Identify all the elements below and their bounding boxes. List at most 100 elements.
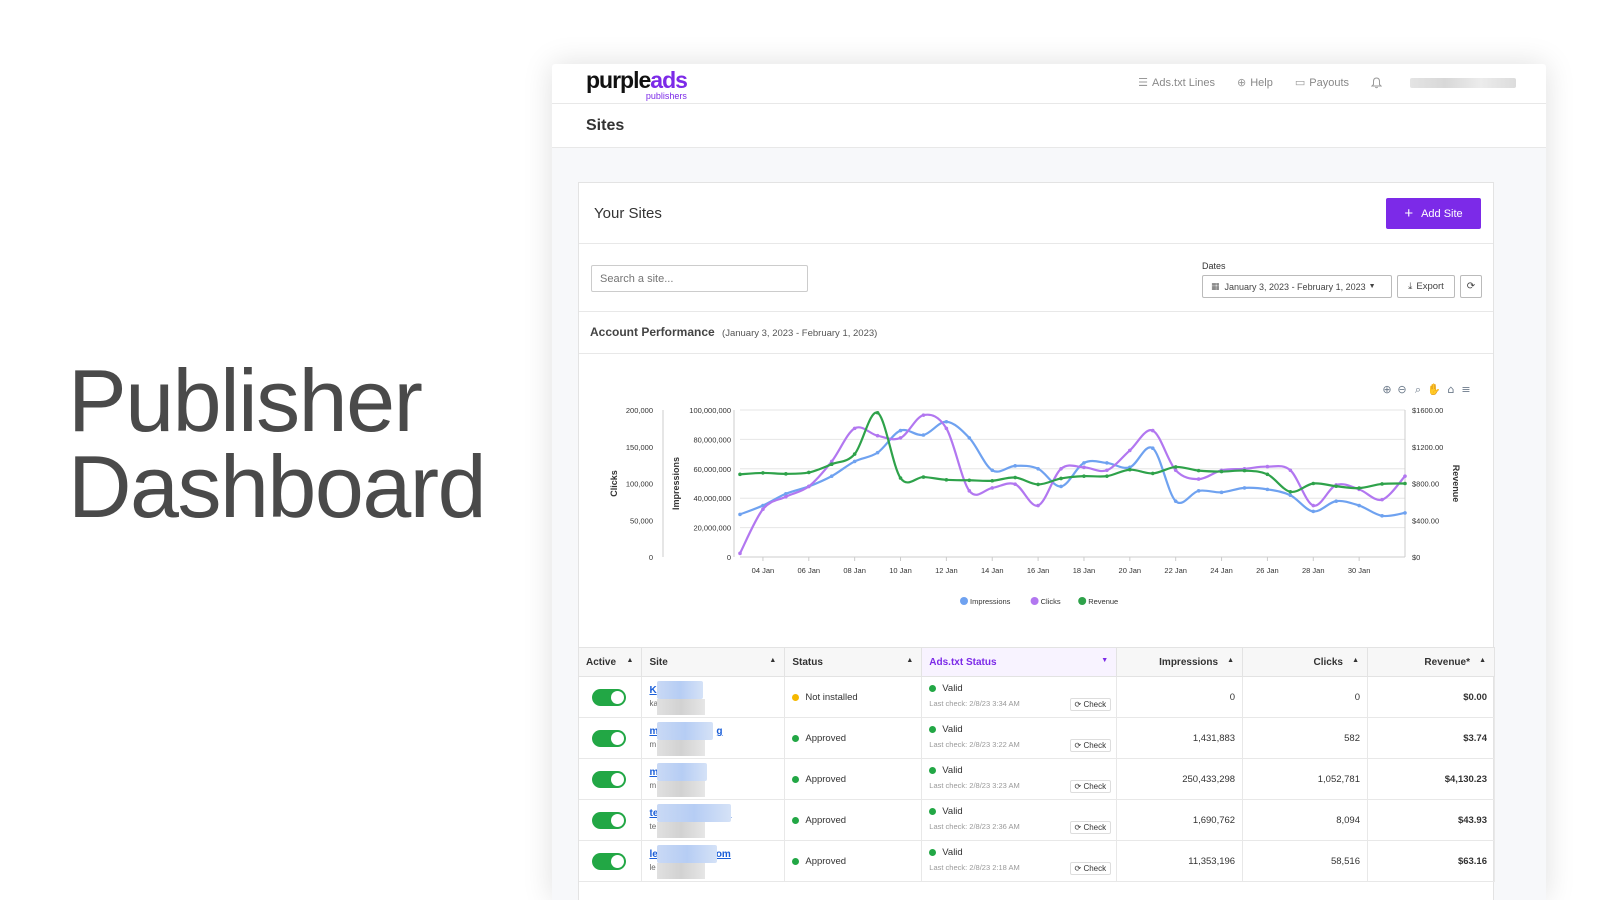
- check-button[interactable]: ⟳ Check: [1069, 698, 1112, 711]
- status-text: Not installed: [805, 691, 858, 703]
- data-point-impressions: [1242, 486, 1247, 490]
- active-toggle[interactable]: [592, 852, 626, 870]
- toggle-knob: [611, 690, 624, 704]
- x-tick-label: 14 Jan: [981, 566, 1004, 575]
- performance-chart: 0 50,000 100,000 150,000 200,000 0 20,000,000 4…: [579, 354, 1493, 647]
- toggle-knob: [611, 731, 624, 745]
- check-button[interactable]: ⟳ Check: [1069, 780, 1112, 793]
- calendar-icon: ▦: [1211, 281, 1220, 291]
- sort-asc-icon: ▲: [626, 657, 634, 664]
- nav-label: Ads.txt Lines: [1152, 76, 1215, 89]
- column-header-ads-txt-status[interactable]: Ads.txt Status ▼: [921, 647, 1118, 677]
- data-point-revenue: [806, 470, 811, 475]
- data-point-clicks: [1059, 467, 1063, 471]
- column-header-status[interactable]: Status ▲: [784, 647, 923, 677]
- export-button[interactable]: ⤓ Export: [1397, 275, 1455, 298]
- ads-txt-status: Valid: [942, 847, 963, 858]
- clicks-tick-label: 100,000: [626, 480, 653, 489]
- column-label: Ads.txt Status: [929, 656, 997, 668]
- chart-menu-icon[interactable]: ≡: [1461, 383, 1470, 396]
- toggle-knob: [611, 813, 624, 827]
- notifications-button[interactable]: [1371, 76, 1382, 89]
- clicks-cell: 8,094: [1242, 799, 1368, 841]
- date-range-picker[interactable]: ▦ January 3, 2023 - February 1, 2023 ▼: [1202, 275, 1392, 298]
- site-name-end: g: [716, 726, 723, 737]
- data-point-clicks: [944, 426, 949, 431]
- sort-asc-icon: ▲: [906, 657, 914, 664]
- data-point-clicks: [784, 494, 788, 499]
- zoom-select-icon[interactable]: ⌕: [1415, 383, 1421, 396]
- data-point-impressions: [1196, 489, 1201, 493]
- zoom-in-icon[interactable]: ⊕: [1382, 383, 1391, 396]
- data-point-impressions: [1334, 499, 1339, 503]
- data-point-impressions: [898, 428, 903, 433]
- data-point-impressions: [944, 419, 949, 424]
- performance-title: Account Performance: [590, 325, 715, 339]
- table-row: mg m Approved Valid Last check: 2/8/23 3…: [579, 717, 1495, 759]
- data-point-impressions: [1059, 484, 1063, 489]
- status-dot-icon: [792, 816, 800, 824]
- column-label: Clicks: [1313, 656, 1343, 668]
- table-header-row: Active ▲ Site ▲ Status ▲ Ads.txt Status ▼ Im…: [579, 647, 1495, 677]
- data-point-impressions: [1380, 514, 1384, 518]
- data-point-revenue: [852, 452, 857, 456]
- site-domain: m: [649, 740, 657, 749]
- top-nav: ☰ Ads.txt Lines ⊕ Help ▭ Payouts: [1116, 76, 1516, 89]
- user-menu-blurred[interactable]: [1410, 77, 1516, 88]
- nav-payouts[interactable]: ▭ Payouts: [1295, 76, 1349, 90]
- data-point-impressions: [852, 459, 857, 464]
- check-button[interactable]: ⟳ Check: [1069, 862, 1112, 875]
- column-header-clicks[interactable]: Clicks ▲: [1242, 647, 1368, 677]
- series-line-revenue: [739, 411, 1406, 493]
- data-point-impressions: [1082, 461, 1086, 465]
- site-cell: mg m: [641, 717, 786, 759]
- ads-txt-cell: Valid Last check: 2/8/23 3:22 AM ⟳ Check: [921, 717, 1118, 759]
- data-point-clicks: [1128, 448, 1132, 453]
- add-site-button[interactable]: + Add Site: [1386, 198, 1481, 229]
- redacted-site-domain: [657, 699, 706, 715]
- check-button[interactable]: ⟳ Check: [1069, 821, 1112, 834]
- hero-line-1: Publisher: [68, 351, 423, 450]
- nav-help[interactable]: ⊕ Help: [1237, 76, 1273, 90]
- status-cell: Approved: [784, 758, 923, 800]
- data-point-impressions: [738, 512, 742, 517]
- x-tick-label: 16 Jan: [1027, 566, 1050, 575]
- toggle-knob: [611, 854, 624, 868]
- check-button[interactable]: ⟳ Check: [1069, 739, 1112, 752]
- data-point-clicks: [1403, 474, 1407, 478]
- purpleads-logo[interactable]: purpleads publishers: [586, 68, 688, 101]
- reset-home-icon[interactable]: ⌂: [1448, 383, 1455, 396]
- pan-icon[interactable]: ✋: [1427, 383, 1441, 396]
- x-tick-label: 20 Jan: [1119, 566, 1142, 575]
- active-toggle[interactable]: [592, 688, 626, 706]
- redacted-site-domain: [657, 781, 706, 797]
- column-header-revenue[interactable]: Revenue* ▲: [1367, 647, 1495, 677]
- site-domain: te: [649, 822, 657, 831]
- column-label: Impressions: [1159, 656, 1219, 668]
- zoom-out-icon[interactable]: ⊖: [1397, 383, 1406, 396]
- nav-ads-txt-lines[interactable]: ☰ Ads.txt Lines: [1138, 76, 1215, 90]
- data-point-clicks: [761, 507, 765, 512]
- data-point-revenue: [1357, 486, 1361, 490]
- refresh-button[interactable]: ⟳: [1460, 275, 1482, 298]
- data-point-clicks: [990, 486, 995, 490]
- search-input[interactable]: [591, 265, 808, 292]
- ads-txt-status: Valid: [942, 765, 963, 776]
- active-toggle[interactable]: [592, 770, 626, 788]
- data-point-revenue: [1036, 482, 1040, 487]
- valid-dot-icon: [929, 767, 937, 774]
- column-header-impressions[interactable]: Impressions ▲: [1116, 647, 1244, 677]
- x-tick-label: 04 Jan: [752, 566, 775, 575]
- site-name-start: K: [649, 685, 657, 696]
- clicks-axis-title: Clicks: [609, 470, 619, 497]
- status-cell: Approved: [784, 840, 923, 882]
- active-toggle[interactable]: [592, 729, 626, 747]
- last-check-time: Last check: 2/8/23 3:22 AM: [929, 740, 1020, 749]
- revenue-tick-label: $400.00: [1412, 516, 1439, 525]
- sort-asc-icon: ▲: [1352, 657, 1359, 664]
- column-label: Status: [792, 656, 823, 668]
- data-point-clicks: [875, 433, 880, 438]
- active-toggle[interactable]: [592, 811, 626, 829]
- column-header-site[interactable]: Site ▲: [641, 647, 786, 677]
- column-header-active[interactable]: Active ▲: [579, 647, 643, 677]
